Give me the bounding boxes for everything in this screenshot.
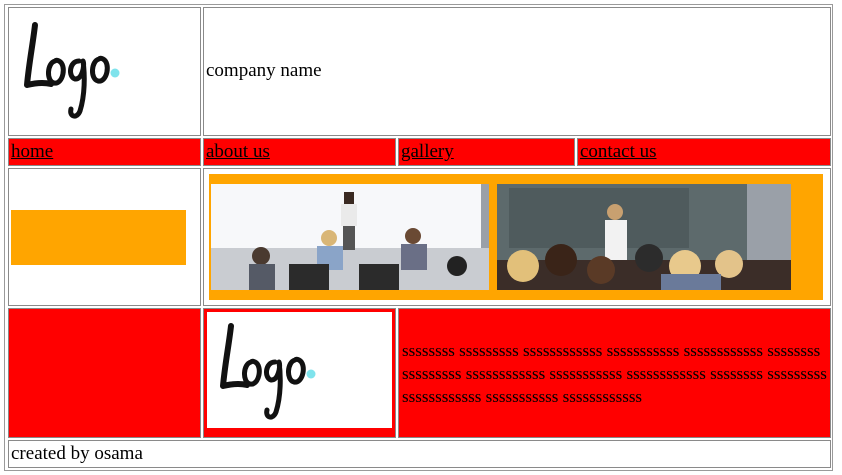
nav-link-home[interactable]: home [11,141,53,163]
classroom-banner-image [209,174,823,300]
content-left-cell [8,308,201,438]
nav-cell-gallery: gallery [398,138,575,166]
page-layout-table: company name home about us gallery conta… [4,4,833,471]
logo-dot [110,68,120,78]
nav-cell-contact: contact us [577,138,831,166]
content-logo-frame [207,312,392,428]
nav-link-contact-us[interactable]: contact us [580,141,657,163]
header-logo-cell [8,7,201,136]
nav-link-gallery[interactable]: gallery [401,141,454,163]
nav-cell-home: home [8,138,201,166]
footer-cell: created by osama [8,440,831,468]
hero-cell [203,168,831,306]
nav-cell-about: about us [203,138,396,166]
header-title-cell: company name [203,7,831,136]
logo-image [24,22,120,119]
content-logo-cell [203,308,396,438]
content-paragraph: ssssssss sssssssss ssssssssssss ssssssss… [402,341,827,406]
nav-link-about-us[interactable]: about us [206,141,270,163]
company-name: company name [206,60,322,81]
orange-banner-bar [11,210,186,265]
footer-credit: created by osama [11,443,143,464]
logo-image [220,323,316,420]
content-text-cell: ssssssss sssssssss ssssssssssss ssssssss… [398,308,831,438]
side-banner-cell [8,168,201,306]
